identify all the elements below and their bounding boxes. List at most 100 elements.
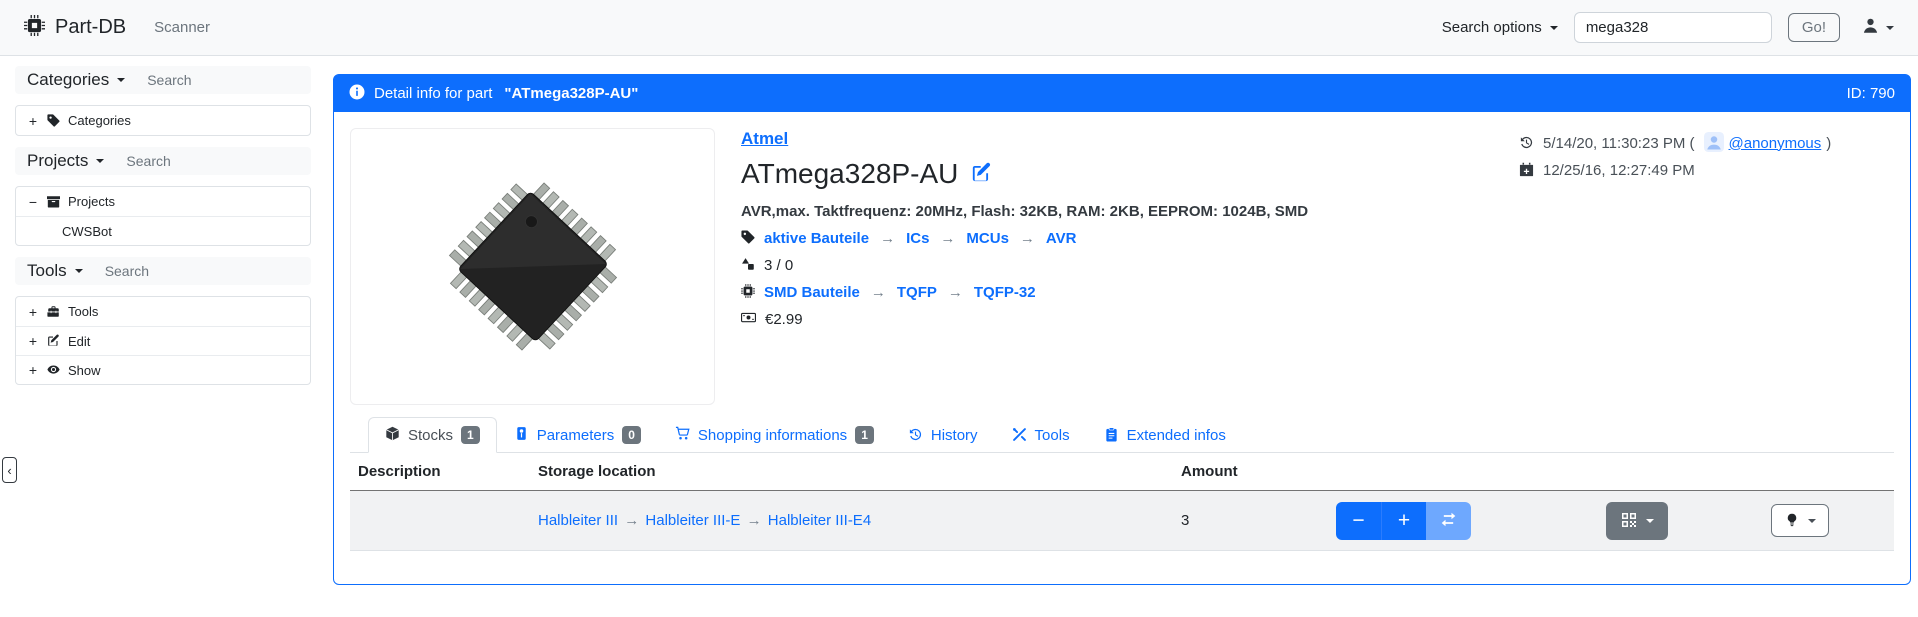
price-row: €2.99 <box>741 310 1308 328</box>
tools-tree: + Tools + Edit + Show <box>15 296 311 385</box>
tab-badge: 0 <box>622 426 641 444</box>
column-header-amount: Amount <box>1173 453 1328 491</box>
modified-timestamp: 5/14/20, 11:30:23 PM ( <box>1543 135 1695 152</box>
categories-search-input[interactable] <box>147 72 267 88</box>
arrow-separator-icon: → <box>747 512 762 529</box>
arrow-separator-icon: → <box>948 284 963 301</box>
toolbox-icon <box>47 304 60 319</box>
projects-search-input[interactable] <box>126 153 246 169</box>
part-description-bold: AVR, <box>741 203 776 220</box>
price-value: €2.99 <box>765 311 803 328</box>
pen-square-icon <box>47 334 60 349</box>
part-image[interactable] <box>350 128 715 405</box>
manufacturer-link[interactable]: Atmel <box>741 129 788 149</box>
part-detail-card-header: Detail info for part "ATmega328P-AU" ID:… <box>334 75 1910 112</box>
category-link[interactable]: AVR <box>1046 230 1077 247</box>
expand-toggle[interactable]: + <box>27 113 39 129</box>
category-breadcrumb: aktive Bauteile → ICs → MCUs → AVR <box>741 229 1308 247</box>
footprint-link[interactable]: TQFP <box>897 284 937 301</box>
category-link[interactable]: ICs <box>906 230 929 247</box>
tab-history[interactable]: History <box>891 418 995 453</box>
stock-summary-value: 3 / 0 <box>764 257 793 274</box>
tree-item-categories[interactable]: + Categories <box>16 106 310 135</box>
shopping-cart-icon <box>675 426 690 443</box>
tag-icon <box>47 113 60 128</box>
tab-shopping-informations[interactable]: Shopping informations 1 <box>658 417 891 453</box>
tree-item-tools[interactable]: + Tools <box>16 297 310 326</box>
sidebar-section-projects-header: Projects <box>15 147 311 175</box>
sidebar-collapse-button[interactable]: ‹ <box>2 457 17 483</box>
tree-item-show[interactable]: + Show <box>16 355 310 384</box>
move-stock-button[interactable] <box>1426 502 1471 540</box>
nav-link-scanner[interactable]: Scanner <box>154 19 210 36</box>
tree-item-edit[interactable]: + Edit <box>16 326 310 355</box>
category-link[interactable]: aktive Bauteile <box>764 230 869 247</box>
microchip-icon <box>24 15 45 40</box>
arrow-separator-icon: → <box>1020 230 1035 247</box>
info-circle-icon <box>349 84 365 102</box>
money-bill-icon <box>741 310 756 327</box>
search-options-dropdown[interactable]: Search options <box>1442 19 1558 36</box>
categories-tree: + Categories <box>15 105 311 136</box>
stock-table: Description Storage location Amount Halb… <box>350 453 1894 551</box>
tree-item-projects[interactable]: − Projects <box>16 187 310 216</box>
created-row: 12/25/16, 12:27:49 PM <box>1519 162 1894 179</box>
part-detail-card-body: Atmel ATmega328P-AU AVR,max. Taktfrequen… <box>334 112 1910 584</box>
search-go-button[interactable]: Go! <box>1788 13 1840 42</box>
tab-stocks[interactable]: Stocks 1 <box>368 417 497 453</box>
tab-extended-infos[interactable]: Extended infos <box>1087 418 1243 453</box>
part-id-label: ID: 790 <box>1847 85 1895 102</box>
tools-dropdown[interactable]: Tools <box>27 261 83 281</box>
expand-toggle[interactable]: + <box>27 362 39 378</box>
stock-amount-button-group: − + <box>1336 502 1471 540</box>
stock-description-cell <box>350 491 530 551</box>
tab-parameters[interactable]: Parameters 0 <box>497 417 658 453</box>
collapse-toggle[interactable]: − <box>27 194 39 210</box>
expand-toggle[interactable]: + <box>27 333 39 349</box>
footprint-link[interactable]: SMD Bauteile <box>764 284 860 301</box>
edit-pencil-icon[interactable] <box>971 162 992 186</box>
sidebar: Categories + Categories Projects − Proje… <box>15 66 311 396</box>
arrow-separator-icon: → <box>624 512 639 529</box>
tab-tools[interactable]: Tools <box>995 418 1087 453</box>
tree-item-label: Categories <box>68 113 131 128</box>
expand-toggle[interactable]: + <box>27 304 39 320</box>
part-description: max. Taktfrequenz: 20MHz, Flash: 32KB, R… <box>776 203 1308 220</box>
modified-suffix: ) <box>1826 135 1831 152</box>
tree-item-cwsbot[interactable]: CWSBot <box>16 216 310 245</box>
microchip-icon <box>741 284 755 301</box>
tag-icon <box>741 230 755 247</box>
storage-location-link[interactable]: Halbleiter III-E4 <box>768 512 871 529</box>
tree-item-label: CWSBot <box>62 224 112 239</box>
withdraw-stock-button[interactable]: − <box>1336 502 1381 540</box>
chevron-down-icon <box>75 269 83 273</box>
user-icon <box>1862 17 1879 37</box>
shapes-icon <box>741 257 755 274</box>
history-icon <box>908 427 923 444</box>
modified-user-link[interactable]: @anonymous <box>1729 135 1822 152</box>
chevron-down-icon <box>96 159 104 163</box>
app-logo[interactable]: Part-DB <box>24 15 126 40</box>
storage-location-link[interactable]: Halbleiter III-E <box>645 512 740 529</box>
sidebar-section-tools-header: Tools <box>15 257 311 285</box>
led-locate-dropdown[interactable] <box>1771 504 1829 537</box>
user-menu-dropdown[interactable] <box>1862 17 1894 37</box>
lightbulb-icon <box>1785 513 1799 528</box>
category-link[interactable]: MCUs <box>966 230 1009 247</box>
column-header-description: Description <box>350 453 530 491</box>
label-generator-dropdown[interactable] <box>1606 502 1668 540</box>
add-stock-button[interactable]: + <box>1381 502 1426 540</box>
archive-box-icon <box>47 194 60 209</box>
tools-search-input[interactable] <box>105 263 225 279</box>
projects-dropdown[interactable]: Projects <box>27 151 104 171</box>
footprint-link[interactable]: TQFP-32 <box>974 284 1036 301</box>
projects-tree: − Projects CWSBot <box>15 186 311 246</box>
storage-location-link[interactable]: Halbleiter III <box>538 512 618 529</box>
search-input[interactable] <box>1574 12 1772 43</box>
tree-item-label: Show <box>68 363 101 378</box>
eye-icon <box>47 363 60 378</box>
arrow-separator-icon: → <box>880 230 895 247</box>
tab-label: Stocks <box>408 427 453 444</box>
chevron-down-icon <box>1886 26 1894 30</box>
categories-dropdown[interactable]: Categories <box>27 70 125 90</box>
